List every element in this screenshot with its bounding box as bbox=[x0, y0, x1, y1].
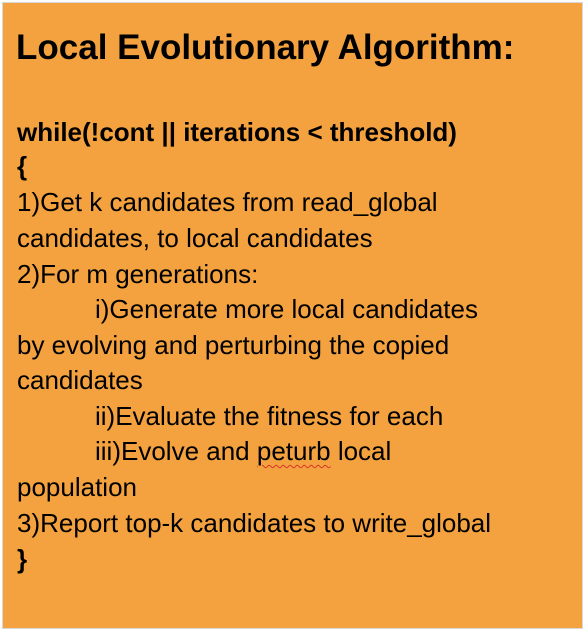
open-brace: { bbox=[17, 151, 28, 181]
substep-iii-suffix: local bbox=[330, 436, 392, 466]
step-1-line-2: candidates, to local candidates bbox=[17, 223, 373, 253]
algorithm-title: Local Evolutionary Algorithm: bbox=[16, 28, 515, 67]
misspelled-word[interactable]: peturb bbox=[257, 436, 331, 466]
step-3: 3)Report top-k candidates to write_globa… bbox=[17, 508, 492, 538]
step-1-line-1: 1)Get k candidates from read_global bbox=[17, 187, 438, 217]
substep-iii-line-2: population bbox=[17, 472, 137, 502]
close-brace: } bbox=[17, 544, 28, 574]
algorithm-card: Local Evolutionary Algorithm: while(!con… bbox=[2, 2, 583, 629]
step-2-heading: 2)For m generations: bbox=[17, 259, 259, 289]
substep-i-line-3: candidates bbox=[17, 365, 143, 395]
substep-i-line-2: by evolving and perturbing the copied bbox=[17, 330, 450, 360]
loop-condition: while(!cont || iterations < threshold) bbox=[17, 117, 457, 147]
substep-i-line-1: i)Generate more local candidates bbox=[95, 294, 478, 324]
substep-iii-prefix: iii)Evolve and bbox=[95, 436, 257, 466]
substep-ii: ii)Evaluate the fitness for each bbox=[95, 401, 444, 431]
substep-iii-line-1: iii)Evolve and peturb local bbox=[95, 436, 391, 466]
